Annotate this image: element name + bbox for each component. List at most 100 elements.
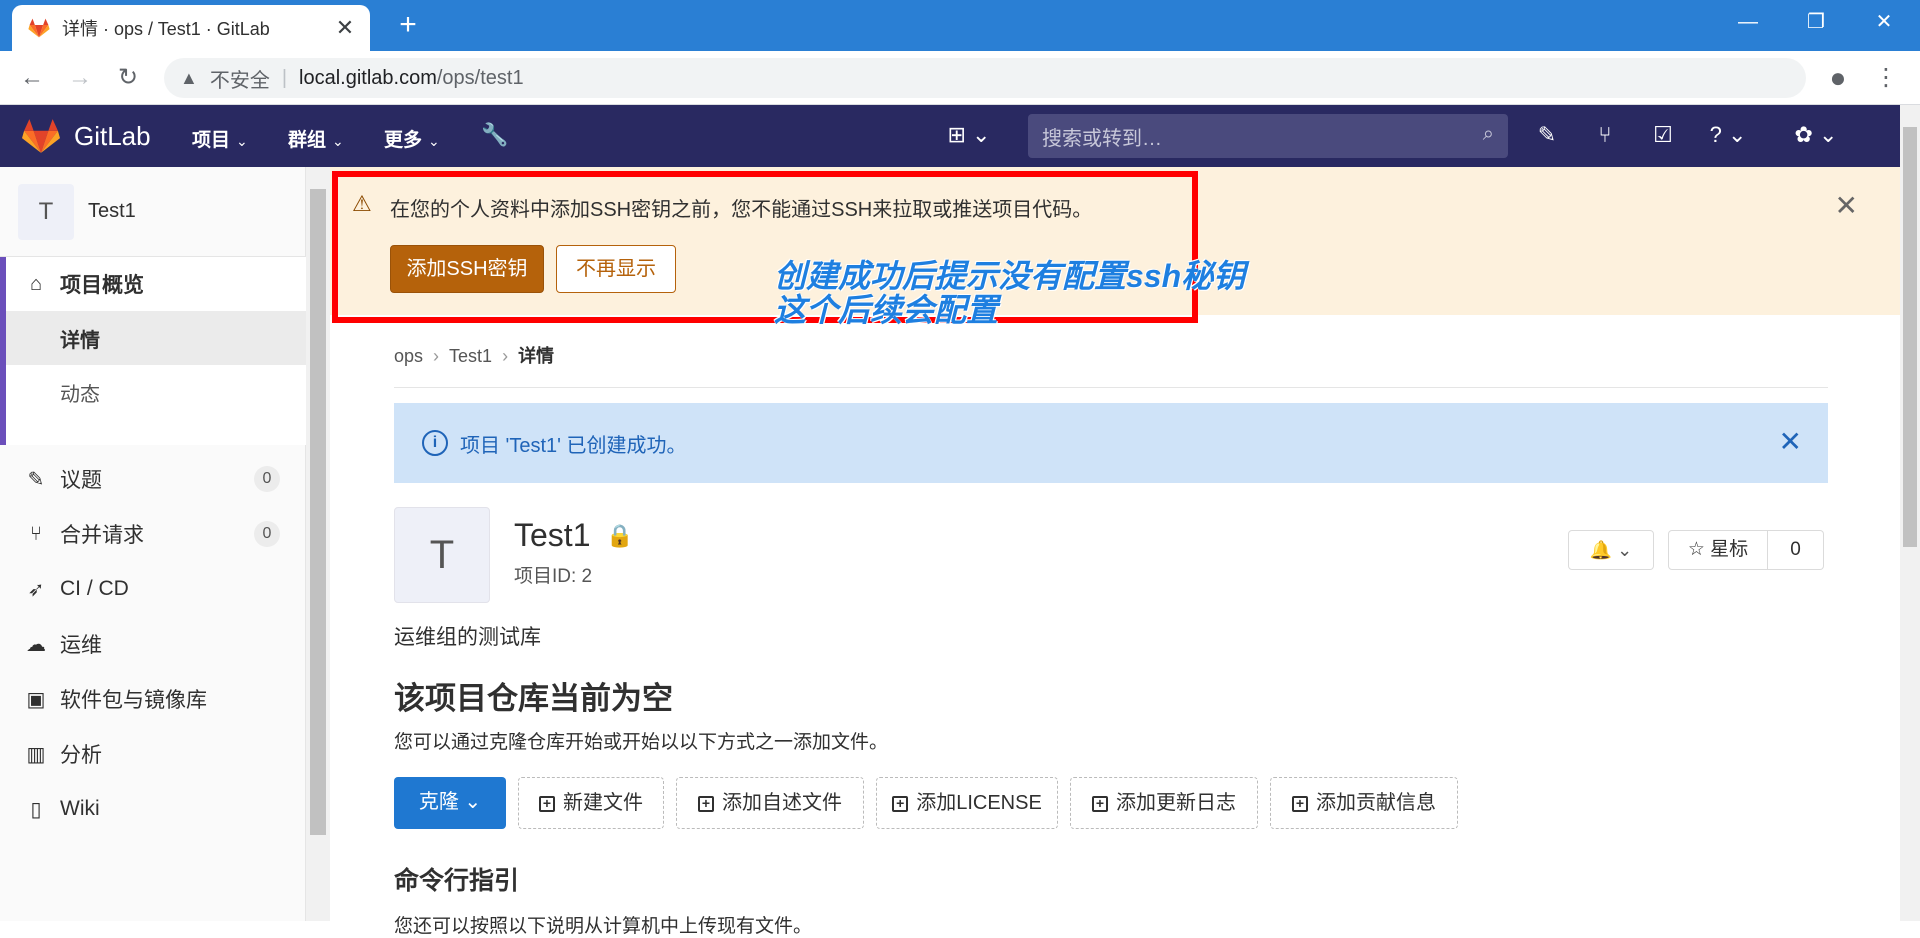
notification-dropdown-button[interactable]: 🔔 ⌄ [1568,530,1654,570]
sidebar-item-label: 项目概览 [60,274,144,297]
back-button[interactable]: ← [14,61,50,97]
chevron-down-icon: ⌄ [464,791,482,813]
plus-square-icon: + [539,796,555,812]
merge-requests-count-badge: 0 [254,521,280,547]
admin-wrench-icon[interactable]: 🔧 [480,121,510,151]
sidebar-subitem-details[interactable]: 详情 [6,311,306,365]
todo-icon[interactable]: ✎ [1532,121,1562,151]
close-icon[interactable]: ✕ [1835,189,1858,222]
chevron-right-icon: › [433,346,440,366]
add-license-button[interactable]: + 添加LICENSE [876,777,1058,829]
profile-icon[interactable]: ● [1820,61,1856,97]
bell-icon: 🔔 [1589,540,1613,560]
empty-repo-title: 该项目仓库当前为空 [394,681,673,716]
sidebar-overview-section: ⌂ 项目概览 详情 动态 [0,257,306,445]
sidebar-item-label: CI / CD [60,577,129,600]
close-icon[interactable]: ✕ [1779,425,1802,458]
star-button[interactable]: ☆ 星标 [1668,530,1768,570]
browser-tab[interactable]: 详情 · ops / Test1 · GitLab ✕ [12,5,370,51]
window-close-button[interactable]: ✕ [1856,4,1912,42]
url-path: /ops/test1 [436,66,524,89]
page-scrollbar-thumb[interactable] [1903,127,1917,547]
project-avatar: T [394,507,490,603]
browser-toolbar: ← → ↻ ▲ 不安全 | local.gitlab.com/ops/test1… [0,51,1920,105]
clone-label: 克隆 [418,791,459,813]
star-count[interactable]: 0 [1768,530,1824,570]
home-icon: ⌂ [29,272,43,295]
cloud-gear-icon: ☁ [26,633,46,656]
sidebar-item-wiki[interactable]: ▯ Wiki [0,782,306,836]
nav-more-label: 更多 [384,130,423,151]
project-description: 运维组的测试库 [394,626,541,649]
add-button-label: 添加贡献信息 [1316,792,1436,814]
help-icon[interactable]: ? ⌄ [1706,121,1750,151]
insecure-label: 不安全 [209,69,270,92]
chevron-down-icon: ⌄ [1617,540,1633,560]
merge-requests-icon[interactable]: ⑂ [1590,121,1620,151]
address-bar[interactable]: ▲ 不安全 | local.gitlab.com/ops/test1 ☆ [164,58,1806,98]
annotation-line-2: 这个后续会配置 [774,292,999,328]
add-button-label: 新建文件 [563,792,643,814]
plus-square-icon: + [1292,796,1308,812]
search-icon: ⌕ [1482,123,1494,145]
add-button-label: 添加自述文件 [722,792,842,814]
minimize-button[interactable]: — [1720,4,1776,42]
merge-request-icon: ⑂ [30,522,42,545]
nav-more[interactable]: 更多 ⌄ [384,125,440,152]
main-content: ⚠ 在您的个人资料中添加SSH密钥之前，您不能通过SSH来拉取或推送项目代码。 … [330,167,1900,937]
tab-close-icon[interactable]: ✕ [328,15,362,41]
nav-groups[interactable]: 群组 ⌄ [288,125,344,152]
sidebar-item-label: 议题 [60,469,102,492]
sidebar-item-label: Wiki [60,797,100,820]
project-created-alert: i 项目 'Test1' 已创建成功。 ✕ [394,403,1828,483]
sidebar-item-analytics[interactable]: ▥ 分析 [0,727,306,781]
add-contributing-button[interactable]: + 添加贡献信息 [1270,777,1458,829]
add-readme-button[interactable]: + 添加自述文件 [676,777,864,829]
sidebar-item-label: 分析 [60,744,102,767]
gitlab-logo-icon[interactable] [22,118,60,154]
browser-menu-icon[interactable]: ⋮ [1868,61,1904,97]
book-icon: ▯ [30,798,42,821]
new-tab-button[interactable]: + [390,8,426,44]
plus-square-icon: + [1092,796,1108,812]
add-button-label: 添加更新日志 [1116,792,1236,814]
sidebar-item-issues[interactable]: ✎ 议题 0 [0,452,306,506]
chevron-right-icon: › [502,346,509,366]
chevron-down-icon: ⌄ [428,133,440,149]
issues-count-badge: 0 [254,466,280,492]
restore-button[interactable]: ❐ [1788,4,1844,42]
breadcrumb-current[interactable]: 详情 [518,346,554,366]
sidebar-item-merge-requests[interactable]: ⑂ 合并请求 0 [0,507,306,561]
sidebar-item-overview[interactable]: ⌂ 项目概览 [6,257,312,311]
search-input[interactable]: 搜索或转到… ⌕ [1028,114,1508,158]
project-avatar-small: T [18,183,74,240]
sidebar-subitem-label: 动态 [60,383,100,406]
breadcrumb-ops[interactable]: ops [394,346,423,366]
annotation-line-1: 创建成功后提示没有配置ssh秘钥 [774,258,1246,294]
user-avatar[interactable]: ✿ ⌄ [1788,121,1844,151]
forward-button[interactable]: → [62,61,98,97]
plus-square-icon: + [892,796,909,812]
gitlab-brand[interactable]: GitLab [74,121,151,152]
page-scrollbar[interactable] [1900,105,1920,921]
sidebar-project-header[interactable]: T Test1 [0,167,306,257]
clone-button[interactable]: 克隆 ⌄ [394,777,506,829]
new-item-dropdown-icon[interactable]: ⊞ ⌄ [944,121,994,151]
sidebar-subitem-activity[interactable]: 动态 [6,365,306,419]
sidebar-scrollbar-thumb[interactable] [310,189,326,835]
issues-check-icon[interactable]: ☑ [1648,121,1678,151]
add-changelog-button[interactable]: + 添加更新日志 [1070,777,1258,829]
sidebar-item-packages[interactable]: ▣ 软件包与镜像库 [0,672,306,726]
breadcrumb-test1[interactable]: Test1 [449,346,492,366]
reload-button[interactable]: ↻ [110,61,146,97]
sidebar-item-ci-cd[interactable]: ➶ CI / CD [0,562,306,616]
sidebar-scrollbar[interactable] [306,167,330,921]
plus-square-icon: + [698,796,714,812]
nav-projects-label: 项目 [192,130,231,151]
nav-projects[interactable]: 项目 ⌄ [192,125,248,152]
star-label: 星标 [1710,539,1749,560]
sidebar-item-operations[interactable]: ☁ 运维 [0,617,306,671]
warning-icon: ▲ [180,67,198,88]
cli-instructions-title: 命令行指引 [394,867,520,895]
new-file-button[interactable]: + 新建文件 [518,777,664,829]
